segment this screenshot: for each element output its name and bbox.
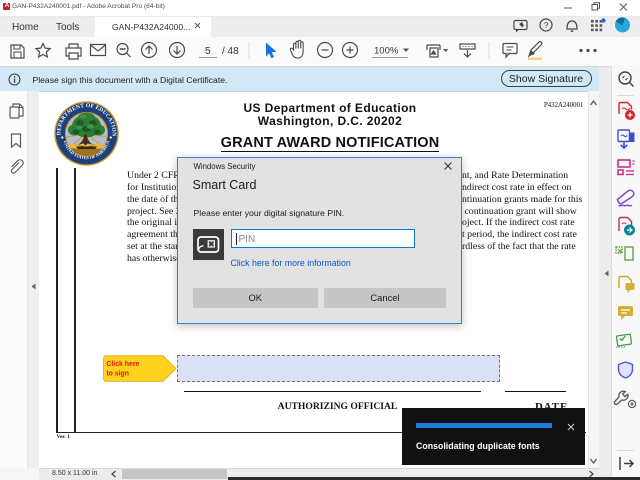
- svg-text:?: ?: [544, 20, 549, 30]
- svg-text:100%: 100%: [374, 46, 399, 57]
- svg-text:to sign: to sign: [106, 371, 129, 378]
- svg-text:5: 5: [205, 46, 211, 57]
- svg-text:Click here: Click here: [106, 361, 139, 368]
- svg-text:/ 48: / 48: [222, 46, 239, 57]
